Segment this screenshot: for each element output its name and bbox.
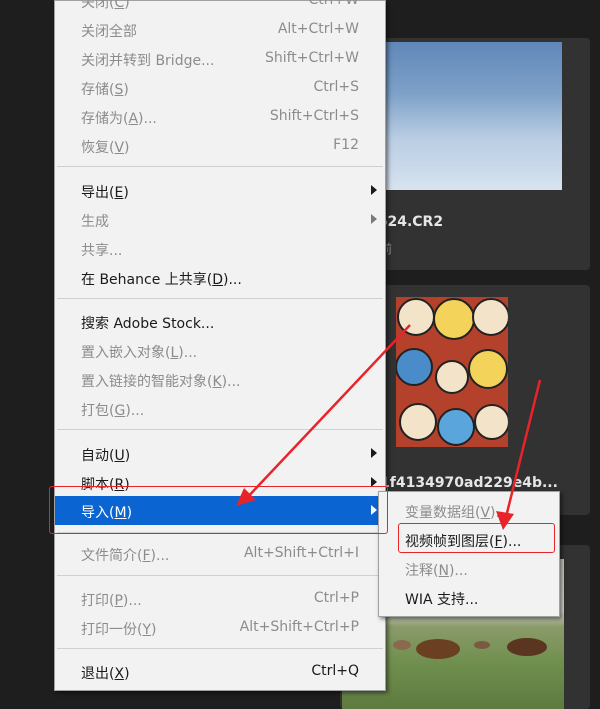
menu-item-shortcut: Ctrl+W [308,0,359,8]
menu-item-place-embedded[interactable]: 置入嵌入对象(L)... [55,336,385,365]
menu-separator [57,648,383,649]
menu-item-place-linked[interactable]: 置入链接的智能对象(K)... [55,365,385,394]
menu-item-shortcut: Alt+Ctrl+W [277,21,359,37]
menu-separator [57,429,383,430]
menu-item-label: 退出(X) [81,666,130,682]
menu-item-label: 置入嵌入对象(L)... [81,345,198,361]
menu-item-share[interactable]: 共享... [55,234,385,263]
submenu-item-wia-support[interactable]: WIA 支持... [379,583,559,611]
menu-separator [57,575,383,576]
menu-item-shortcut: Alt+Shift+Ctrl+I [243,545,359,561]
menu-item-label: 存储为(A)... [81,111,157,127]
menu-item-label: 共享... [81,243,123,259]
import-submenu: 变量数据组(V)... 视频帧到图层(F)... 注释(N)... WIA 支持… [378,491,560,617]
menu-separator [57,298,383,299]
menu-item-label: 存储(S) [81,82,129,98]
menu-item-search-adobe-stock[interactable]: 搜索 Adobe Stock... [55,307,385,336]
annotation-box-import [49,486,388,534]
menu-item-label: 生成 [81,214,109,230]
menu-item-label: 关闭并转到 Bridge... [81,53,215,69]
menu-item-label: 打印(P)... [81,593,142,609]
file-name-2: d1f4134970ad229e4b... [370,475,558,491]
menu-item-label: 恢复(V) [81,140,130,156]
menu-item-label: 置入链接的智能对象(K)... [81,374,241,390]
annotation-box-video-frames [398,523,555,553]
menu-item-shortcut: Shift+Ctrl+W [264,50,359,66]
menu-item-label: 打包(G)... [81,403,145,419]
menu-item-file-info[interactable]: 文件简介(F)... Alt+Shift+Ctrl+I [55,539,385,568]
menu-item-label: 文件简介(F)... [81,548,170,564]
menu-item-shortcut: Ctrl+P [313,590,359,606]
menu-separator [57,166,383,167]
menu-item-share-behance[interactable]: 在 Behance 上共享(D)... [55,263,385,292]
menu-item-print-one-copy[interactable]: 打印一份(Y) Alt+Shift+Ctrl+P [55,613,385,642]
submenu-item-notes[interactable]: 注释(N)... [379,554,559,582]
file-menu: 关闭(C) Ctrl+W 关闭全部 Alt+Ctrl+W 关闭并转到 Bridg… [54,0,386,691]
file-thumbnail-2 [396,297,508,447]
menu-item-close-all[interactable]: 关闭全部 Alt+Ctrl+W [55,15,385,44]
submenu-item-label: WIA 支持... [405,592,479,608]
file-name-1: 3624.CR2 [368,214,444,230]
submenu-item-variable-data-sets[interactable]: 变量数据组(V)... [379,496,559,524]
menu-item-shortcut: Shift+Ctrl+S [269,108,359,124]
file-thumbnail-1 [368,42,562,190]
menu-item-shortcut: F12 [333,137,359,153]
menu-item-shortcut: Alt+Shift+Ctrl+P [239,619,359,635]
submenu-arrow-icon [371,448,377,458]
menu-item-label: 自动(U) [81,448,131,464]
menu-item-save[interactable]: 存储(S) Ctrl+S [55,73,385,102]
submenu-item-label: 注释(N)... [405,563,468,579]
submenu-arrow-icon [371,214,377,224]
menu-item-save-as[interactable]: 存储为(A)... Shift+Ctrl+S [55,102,385,131]
menu-item-label: 导出(E) [81,185,129,201]
menu-item-shortcut: Ctrl+S [313,79,359,95]
menu-item-export[interactable]: 导出(E) [55,176,385,205]
menu-item-revert[interactable]: 恢复(V) F12 [55,131,385,160]
menu-item-exit[interactable]: 退出(X) Ctrl+Q [55,657,385,686]
menu-item-label: 在 Behance 上共享(D)... [81,272,242,288]
menu-item-generate[interactable]: 生成 [55,205,385,234]
submenu-arrow-icon [371,185,377,195]
menu-item-close[interactable]: 关闭(C) Ctrl+W [55,0,385,15]
menu-item-automate[interactable]: 自动(U) [55,439,385,468]
submenu-item-label: 变量数据组(V)... [405,505,509,521]
menu-item-label: 打印一份(Y) [81,622,157,638]
menu-item-label: 关闭全部 [81,24,137,40]
menu-item-label: 搜索 Adobe Stock... [81,316,215,332]
illustration-image [396,298,508,446]
menu-item-label: 关闭(C) [81,0,130,11]
menu-item-package[interactable]: 打包(G)... [55,394,385,423]
menu-item-close-goto-bridge[interactable]: 关闭并转到 Bridge... Shift+Ctrl+W [55,44,385,73]
menu-item-print[interactable]: 打印(P)... Ctrl+P [55,584,385,613]
menu-item-shortcut: Ctrl+Q [311,663,359,679]
